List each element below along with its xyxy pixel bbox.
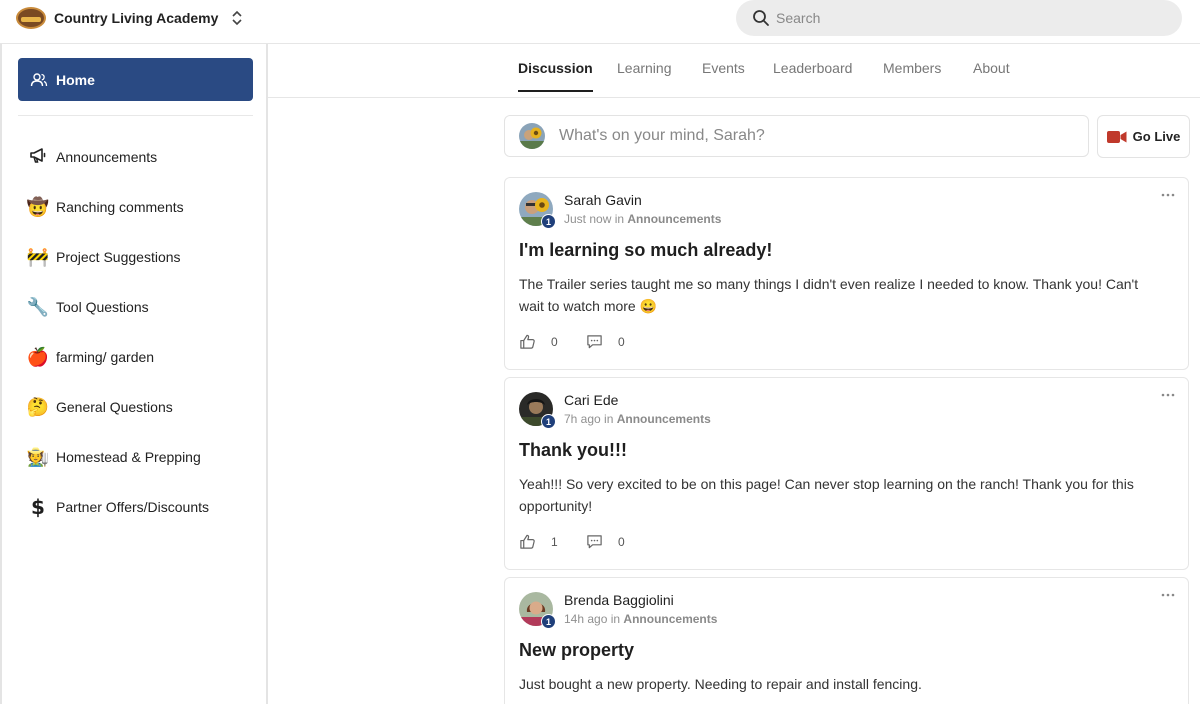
tab-about[interactable]: About xyxy=(973,60,1010,92)
top-bar: Country Living Academy xyxy=(0,0,1200,44)
post-body: The Trailer series taught me so many thi… xyxy=(519,276,1139,314)
post-header: 1 Sarah Gavin Just now in Announcements xyxy=(519,192,721,229)
search-bar[interactable] xyxy=(736,0,1182,36)
chevron-up-down-icon[interactable] xyxy=(230,8,244,28)
tab-learning[interactable]: Learning xyxy=(617,60,672,92)
cowboy-face-icon: 🤠 xyxy=(26,196,50,218)
sidebar-item-label: General Questions xyxy=(56,399,173,415)
like-count: 1 xyxy=(551,534,558,549)
post-actions: 0 0 xyxy=(519,333,648,350)
sidebar-item-ranching-comments[interactable]: 🤠 Ranching comments xyxy=(26,182,258,232)
post-composer[interactable] xyxy=(504,115,1089,157)
post-in-word: in xyxy=(604,412,614,426)
post-header: 1 Cari Ede 7h ago in Announcements xyxy=(519,392,711,429)
post-time: Just now xyxy=(564,212,612,226)
author-name[interactable]: Cari Ede xyxy=(564,392,711,408)
comment-icon[interactable] xyxy=(586,533,603,550)
post-card[interactable]: 1 Brenda Baggiolini 14h ago in Announcem… xyxy=(504,577,1189,704)
thumbs-up-icon[interactable] xyxy=(519,533,536,550)
level-badge: 1 xyxy=(541,214,556,229)
like-count: 0 xyxy=(551,334,558,349)
sidebar-item-label: Tool Questions xyxy=(56,299,149,315)
author-avatar[interactable]: 1 xyxy=(519,192,556,229)
post-body: Just bought a new property. Needing to r… xyxy=(519,676,922,692)
sidebar-item-general-questions[interactable]: 🤔 General Questions xyxy=(26,382,258,432)
post-meta-line: 7h ago in Announcements xyxy=(564,412,711,426)
post-header: 1 Brenda Baggiolini 14h ago in Announcem… xyxy=(519,592,717,629)
sidebar-item-partner-offers[interactable]: $ Partner Offers/Discounts xyxy=(26,482,258,532)
post-in-word: in xyxy=(610,612,621,626)
post-actions: 1 0 xyxy=(519,533,648,550)
tab-discussion[interactable]: Discussion xyxy=(518,60,593,92)
sidebar-divider xyxy=(18,115,253,116)
post-in-word: in xyxy=(614,212,625,226)
tab-members[interactable]: Members xyxy=(883,60,941,92)
farmer-icon: 🧑‍🌾 xyxy=(26,446,50,468)
current-user-avatar xyxy=(519,123,545,149)
apple-icon: 🍎 xyxy=(26,346,50,368)
more-options-icon[interactable] xyxy=(1160,390,1176,400)
go-live-label: Go Live xyxy=(1132,129,1181,144)
tab-events[interactable]: Events xyxy=(702,60,745,92)
comment-count: 0 xyxy=(618,334,625,349)
sidebar-item-announcements[interactable]: Announcements xyxy=(26,132,258,182)
sidebar-item-label: Homestead & Prepping xyxy=(56,449,201,465)
video-camera-icon xyxy=(1106,130,1127,143)
sidebar-item-label: farming/ garden xyxy=(56,349,155,365)
community-logo xyxy=(16,7,46,29)
post-meta-line: Just now in Announcements xyxy=(564,212,721,226)
sidebar-item-project-suggestions[interactable]: 🚧 Project Suggestions xyxy=(26,232,258,282)
sidebar-home-button[interactable]: Home xyxy=(18,58,253,101)
sidebar: Home Announcements 🤠 Ranching comments 🚧… xyxy=(0,44,268,704)
dollar-icon: $ xyxy=(31,495,45,519)
post-category[interactable]: Announcements xyxy=(627,212,721,226)
level-badge: 1 xyxy=(541,414,556,429)
sidebar-home-label: Home xyxy=(56,71,95,88)
community-tabs: Discussion Learning Events Leaderboard M… xyxy=(268,44,1200,98)
post-time: 7h ago xyxy=(564,412,601,426)
post-category[interactable]: Announcements xyxy=(623,612,717,626)
composer-input[interactable] xyxy=(559,127,1059,145)
author-avatar[interactable]: 1 xyxy=(519,592,556,629)
level-badge: 1 xyxy=(541,614,556,629)
author-name[interactable]: Brenda Baggiolini xyxy=(564,592,717,608)
author-avatar[interactable]: 1 xyxy=(519,392,556,429)
sidebar-item-farming-garden[interactable]: 🍎 farming/ garden xyxy=(26,332,258,382)
post-meta-line: 14h ago in Announcements xyxy=(564,612,717,626)
post-card[interactable]: 1 Sarah Gavin Just now in Announcements … xyxy=(504,177,1189,370)
post-body: Yeah!!! So very excited to be on this pa… xyxy=(519,476,1134,514)
more-options-icon[interactable] xyxy=(1160,190,1176,200)
author-name[interactable]: Sarah Gavin xyxy=(564,192,721,208)
thinking-face-icon: 🤔 xyxy=(26,396,50,418)
wrench-icon: 🔧 xyxy=(26,296,50,318)
search-input[interactable] xyxy=(776,10,1156,26)
post-category[interactable]: Announcements xyxy=(617,412,711,426)
sidebar-item-tool-questions[interactable]: 🔧 Tool Questions xyxy=(26,282,258,332)
sidebar-item-label: Ranching comments xyxy=(56,199,184,215)
community-name: Country Living Academy xyxy=(54,10,219,26)
go-live-button[interactable]: Go Live xyxy=(1097,115,1190,158)
category-list: Announcements 🤠 Ranching comments 🚧 Proj… xyxy=(26,132,258,532)
comment-icon[interactable] xyxy=(586,333,603,350)
megaphone-icon xyxy=(26,145,50,170)
sidebar-item-label: Announcements xyxy=(56,149,158,165)
post-title[interactable]: Thank you!!! xyxy=(519,440,627,461)
post-title[interactable]: New property xyxy=(519,640,634,661)
community-switcher[interactable]: Country Living Academy xyxy=(16,6,244,30)
sidebar-item-homestead-prepping[interactable]: 🧑‍🌾 Homestead & Prepping xyxy=(26,432,258,482)
search-icon xyxy=(753,10,769,26)
post-time: 14h ago xyxy=(564,612,608,626)
tab-leaderboard[interactable]: Leaderboard xyxy=(773,60,852,92)
sidebar-item-label: Partner Offers/Discounts xyxy=(56,499,210,515)
sidebar-item-label: Project Suggestions xyxy=(56,249,181,265)
post-title[interactable]: I'm learning so much already! xyxy=(519,240,772,261)
post-card[interactable]: 1 Cari Ede 7h ago in Announcements Thank… xyxy=(504,377,1189,570)
construction-icon: 🚧 xyxy=(26,246,50,268)
thumbs-up-icon[interactable] xyxy=(519,333,536,350)
comment-count: 0 xyxy=(618,534,625,549)
people-icon xyxy=(30,72,48,86)
more-options-icon[interactable] xyxy=(1160,590,1176,600)
